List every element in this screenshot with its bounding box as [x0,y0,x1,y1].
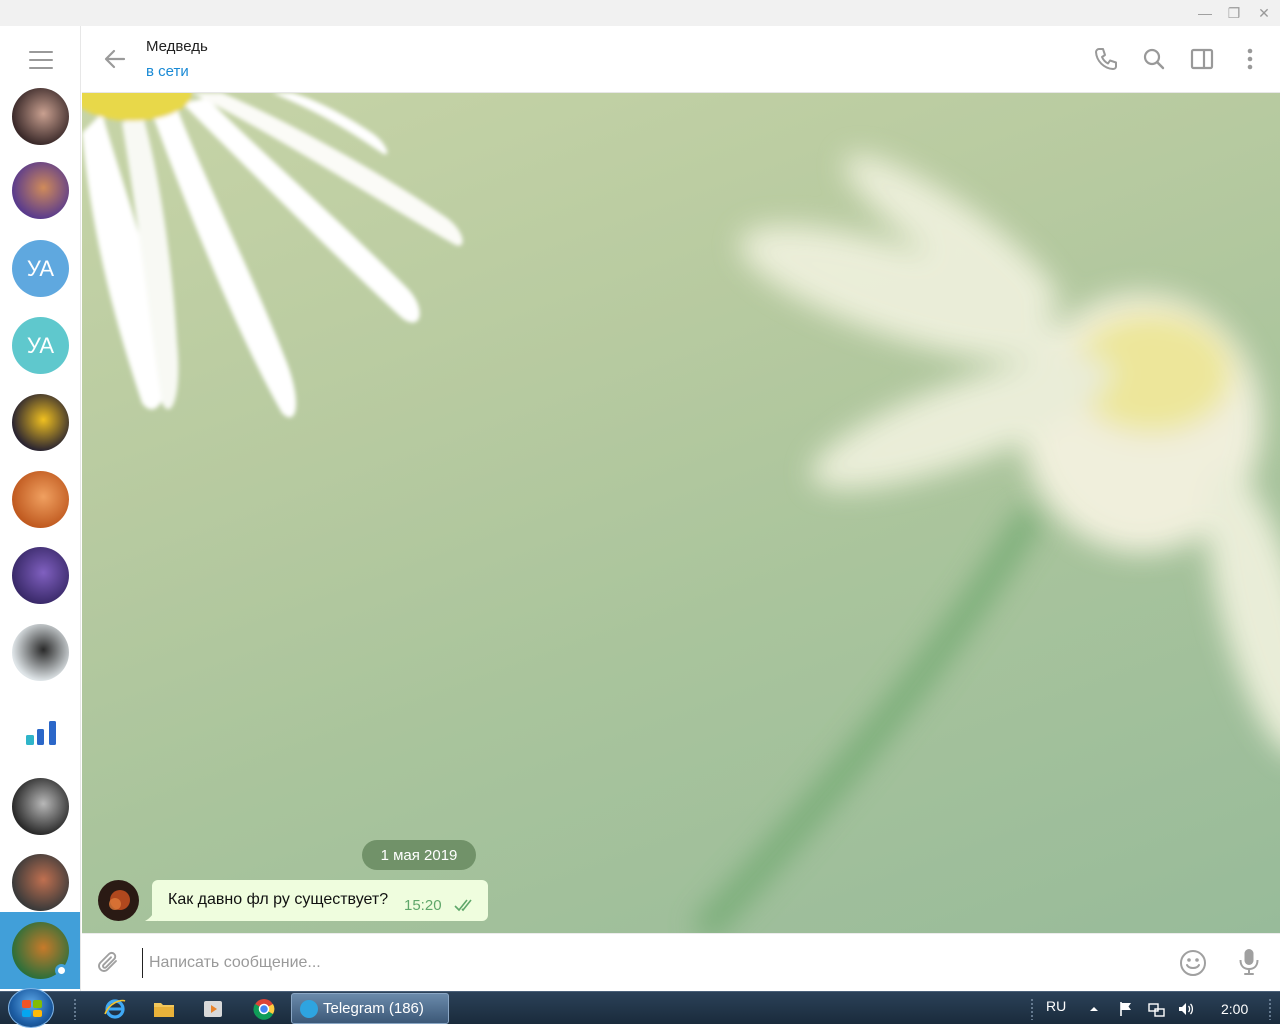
message-composer [82,933,1280,991]
telegram-icon [300,999,318,1018]
action-center-flag-icon[interactable] [1117,1000,1135,1018]
search-icon[interactable] [1141,46,1167,72]
paperclip-icon[interactable] [96,950,122,976]
message-text: Как давно фл ру существует? [168,891,389,908]
windows-taskbar: Telegram (186) RU 2:00 [0,988,1280,1028]
network-icon[interactable] [1147,1000,1165,1018]
start-button[interactable] [8,988,54,1028]
message-sender-avatar[interactable] [98,880,139,921]
taskbar-telegram-label: Telegram (186) [323,1000,424,1017]
chat-avatar: УА [12,240,69,297]
chat-avatar [12,394,69,451]
chrome-icon[interactable] [252,997,276,1021]
chat-avatar [12,88,69,145]
internet-explorer-icon[interactable] [103,997,127,1021]
chat-avatar [12,471,69,528]
chat-avatar [12,701,69,758]
language-indicator[interactable]: RU [1046,998,1066,1014]
sidebar-chat-4[interactable]: УА [0,307,80,384]
sidebar-toggle-icon[interactable] [1189,46,1215,72]
date-separator: 1 мая 2019 [362,840,476,870]
sidebar-chat-7[interactable] [0,537,80,614]
chat-avatar [12,547,69,604]
show-hidden-icons-icon[interactable] [1085,1000,1103,1018]
chat-avatar [12,162,69,219]
window-titlebar: — ❐ ✕ [0,0,1280,26]
chat-avatar [12,854,69,911]
sidebar-chat-9[interactable] [0,691,80,768]
windows-logo-icon [22,1000,42,1017]
clock[interactable]: 2:00 [1221,1001,1248,1017]
taskbar-telegram-button[interactable]: Telegram (186) [291,993,449,1024]
close-button[interactable]: ✕ [1251,0,1277,26]
double-check-icon [454,899,472,912]
minimize-button[interactable]: — [1192,0,1218,26]
sidebar-chat-10[interactable] [0,768,80,845]
sidebar-chat-5[interactable] [0,384,80,461]
volume-icon[interactable] [1177,1000,1195,1018]
peer-name[interactable]: Медведь [146,38,208,55]
sidebar-chat-12[interactable] [0,912,80,989]
chat-avatar [12,624,69,681]
message-bubble[interactable]: Как давно фл ру существует? 15:20 [152,880,488,921]
peer-status: в сети [146,63,189,80]
maximize-button[interactable]: ❐ [1221,0,1247,26]
file-explorer-icon[interactable] [152,997,176,1021]
sidebar-chat-6[interactable] [0,461,80,538]
sidebar-chat-8[interactable] [0,614,80,691]
media-player-icon[interactable] [201,997,225,1021]
emoji-icon[interactable] [1178,948,1208,978]
sidebar-chat-1[interactable] [0,78,80,155]
chat-avatar: УА [12,317,69,374]
message-input[interactable] [142,948,1142,978]
chat-header: Медведь в сети [82,26,1280,93]
microphone-icon[interactable] [1236,947,1262,977]
avatar-initials: УА [26,255,55,281]
messages-area[interactable]: 1 мая 2019 Как давно фл ру существует? 1… [82,93,1280,933]
tray-grip [1030,998,1034,1020]
bar-chart-logo-icon [26,721,56,745]
sidebar-chat-11[interactable] [0,844,80,921]
chat-list-sidebar: УА УА [0,26,81,991]
taskbar-grip [73,998,77,1020]
more-vertical-icon[interactable] [1237,46,1263,72]
sender-photo [98,880,139,921]
chat-avatar [12,778,69,835]
back-arrow-icon[interactable] [102,46,128,72]
sidebar-chat-2[interactable] [0,152,80,229]
sidebar-chat-3[interactable]: УА [0,230,80,307]
message-time: 15:20 [404,897,442,914]
show-desktop-grip[interactable] [1268,998,1272,1020]
avatar-initials: УА [26,332,55,358]
chat-wallpaper [82,93,1280,933]
online-indicator [55,964,68,977]
hamburger-icon [28,50,53,69]
phone-icon[interactable] [1093,46,1119,72]
